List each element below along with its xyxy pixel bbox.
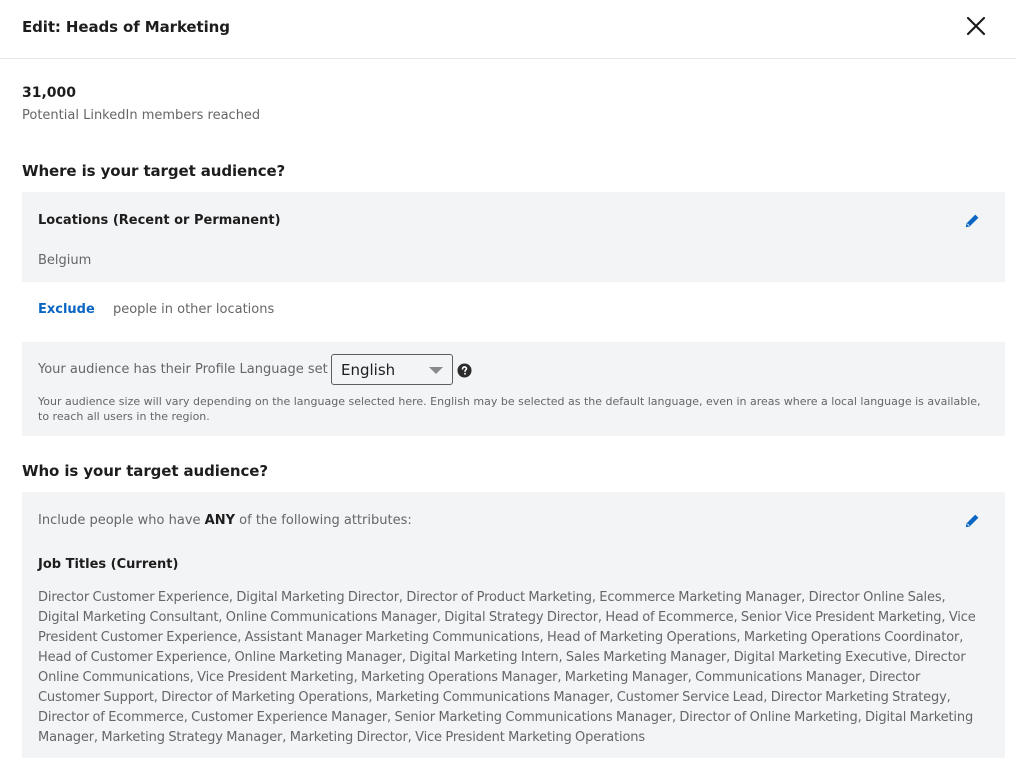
audience-reach-count: 31,000 [22, 85, 77, 101]
language-help-button[interactable] [457, 363, 472, 378]
exclude-locations-link[interactable]: Exclude [38, 302, 95, 317]
include-attributes-line: Include people who have ANY of the follo… [38, 513, 412, 528]
close-button[interactable] [962, 12, 990, 40]
edit-attributes-button[interactable] [963, 512, 981, 530]
who-section-title: Who is your target audience? [22, 462, 268, 480]
where-section-title: Where is your target audience? [22, 162, 286, 180]
modal-title: Edit: Heads of Marketing [22, 18, 230, 36]
locations-title: Locations (Recent or Permanent) [38, 213, 281, 228]
include-emphasis: ANY [204, 513, 236, 528]
language-select[interactable]: English [331, 354, 453, 385]
include-suffix: of the following attributes: [239, 513, 412, 528]
job-titles-title: Job Titles (Current) [38, 557, 179, 572]
exclude-description: people in other locations [112, 302, 275, 317]
language-panel: Your audience has their Profile Language… [22, 342, 1005, 436]
audience-reach-label: Potential LinkedIn members reached [22, 108, 261, 123]
edit-locations-button[interactable] [963, 212, 981, 230]
pencil-icon [965, 214, 979, 228]
language-note: Your audience size will vary depending o… [38, 395, 981, 423]
locations-value: Belgium [38, 253, 92, 268]
include-prefix: Include people who have [38, 513, 201, 528]
job-titles-list: Director Customer Experience, Digital Ma… [38, 590, 976, 745]
exclude-row: Exclude people in other locations [38, 302, 274, 317]
language-select-value: English [341, 361, 396, 379]
modal-header: Edit: Heads of Marketing [0, 0, 1016, 59]
close-icon [966, 16, 986, 36]
language-label: Your audience has their Profile Language… [38, 362, 345, 377]
audience-attributes-panel: Include people who have ANY of the follo… [22, 492, 1005, 758]
question-circle-icon [457, 363, 472, 378]
locations-panel: Locations (Recent or Permanent) Belgium [22, 192, 1005, 282]
pencil-icon [965, 514, 979, 528]
caret-down-icon [429, 367, 443, 374]
